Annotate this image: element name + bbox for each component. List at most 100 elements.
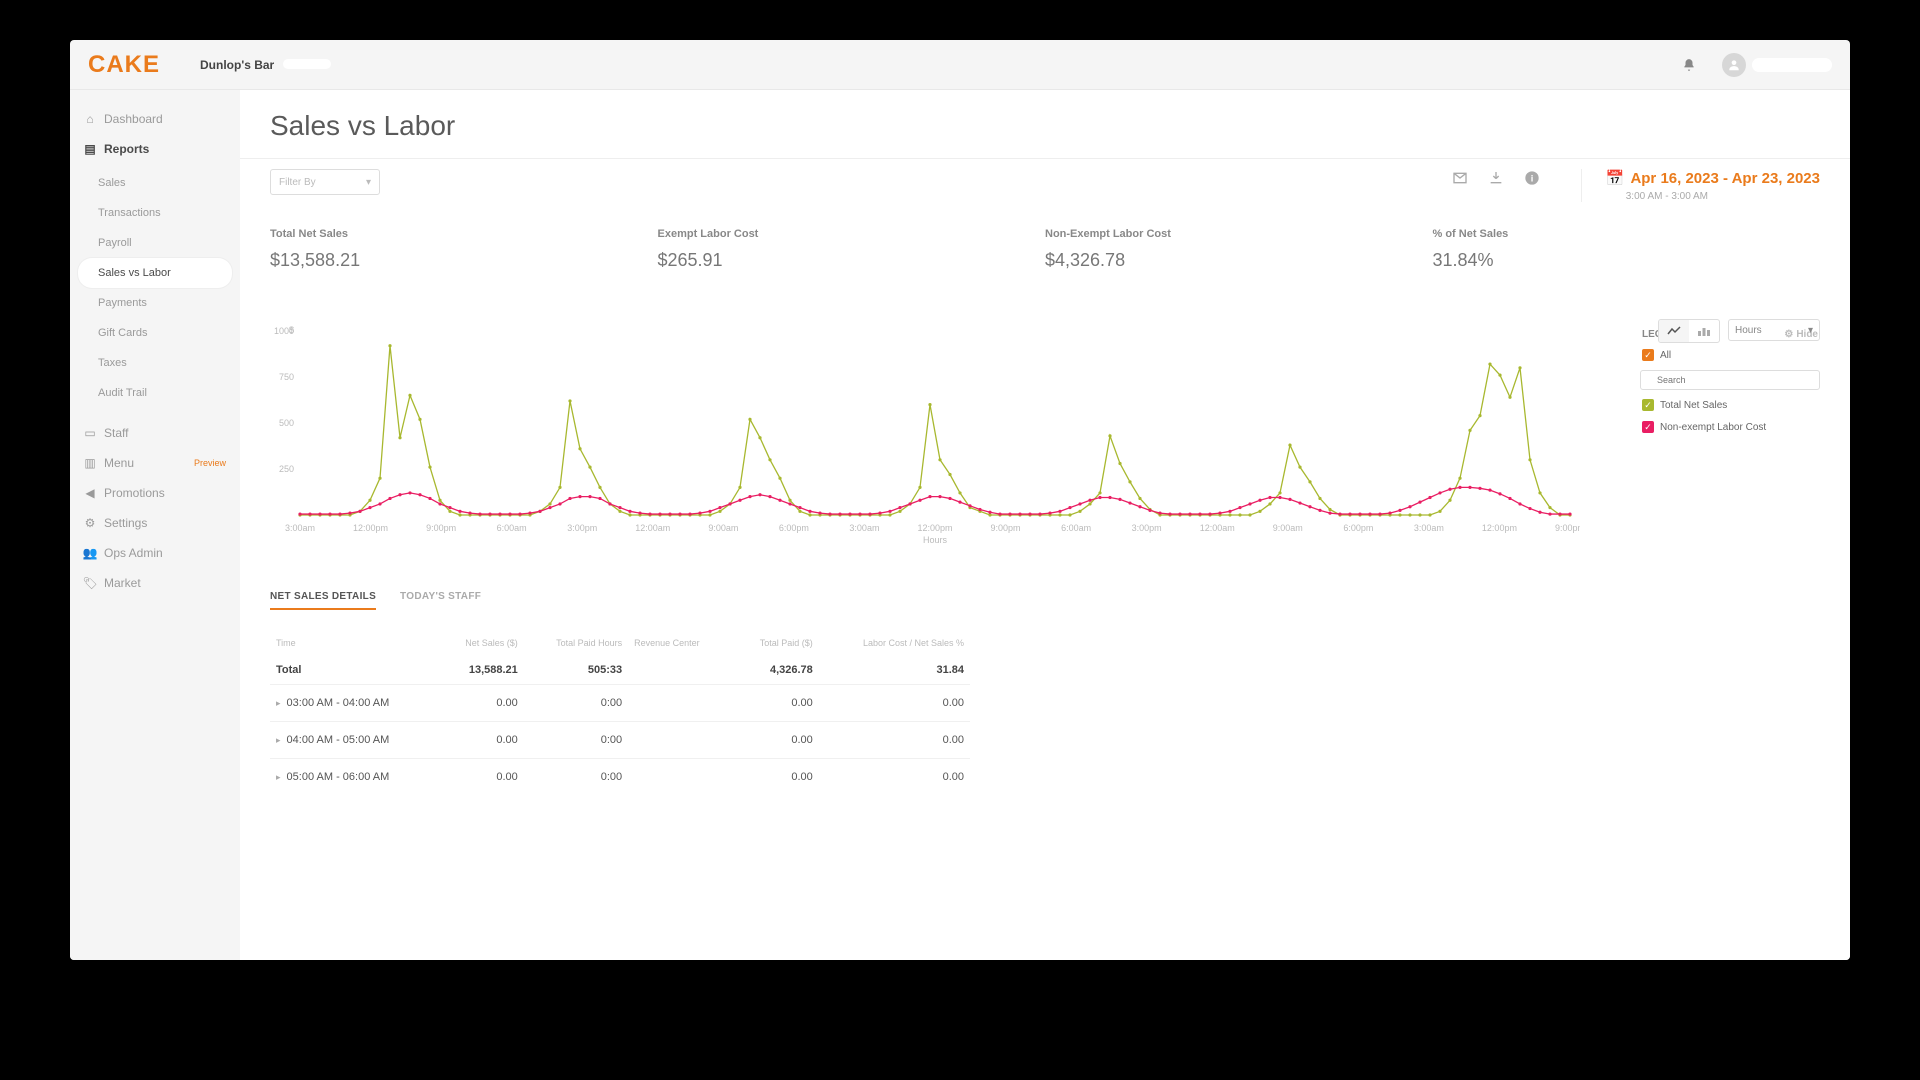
avatar-icon [1722,53,1746,77]
sub-sales-vs-labor[interactable]: Sales vs Labor [78,258,232,288]
table-row[interactable]: ▸05:00 AM - 06:00 AM0.000:000.000.00 [270,759,970,796]
card-nonexempt-labor: Non-Exempt Labor Cost$4,326.78 [1045,228,1433,271]
filter-by-select[interactable]: Filter By▾ [270,169,380,195]
svg-text:12:00pm: 12:00pm [353,523,388,533]
detail-tabs: NET SALES DETAILS TODAY'S STAFF [240,585,1850,610]
card-exempt-labor: Exempt Labor Cost$265.91 [658,228,1046,271]
svg-text:6:00pm: 6:00pm [1343,523,1373,533]
svg-text:$: $ [289,325,294,335]
table-row[interactable]: ▸04:00 AM - 05:00 AM0.000:000.000.00 [270,722,970,759]
sub-payroll[interactable]: Payroll [70,228,240,258]
brand-logo: CAKE [88,51,160,79]
svg-text:6:00pm: 6:00pm [779,523,809,533]
svg-text:12:00am: 12:00am [1200,523,1235,533]
checkbox-icon: ✓ [1642,399,1654,411]
svg-text:3:00pm: 3:00pm [567,523,597,533]
store-badge [283,59,331,69]
card-icon: ▭ [84,427,96,439]
reports-submenu: Sales Transactions Payroll Sales vs Labo… [70,164,240,418]
chart-icon: ▤ [84,143,96,155]
svg-text:3:00am: 3:00am [849,523,879,533]
svg-text:12:00pm: 12:00pm [917,523,952,533]
svg-text:250: 250 [279,464,294,474]
legend-search-input[interactable] [1640,370,1820,390]
email-icon[interactable] [1451,169,1469,187]
svg-text:500: 500 [279,418,294,428]
caret-right-icon: ▸ [276,698,281,708]
checkbox-icon: ✓ [1642,349,1654,361]
sub-transactions[interactable]: Transactions [70,198,240,228]
calendar-icon: 📅 [1606,169,1625,187]
sub-taxes[interactable]: Taxes [70,348,240,378]
svg-text:9:00pm: 9:00pm [991,523,1021,533]
home-icon: ⌂ [84,113,96,125]
date-range-picker[interactable]: 📅Apr 16, 2023 - Apr 23, 2023 3:00 AM - 3… [1581,169,1820,202]
bar-view-button[interactable] [1689,320,1719,342]
time-unit-select[interactable]: Hours▾ [1728,319,1820,341]
nav-ops-admin[interactable]: 👥Ops Admin [70,538,240,568]
card-total-net-sales: Total Net Sales$13,588.21 [270,228,658,271]
user-menu[interactable] [1722,53,1832,77]
tab-net-sales-details[interactable]: NET SALES DETAILS [270,585,376,610]
svg-text:750: 750 [279,372,294,382]
line-view-button[interactable] [1659,320,1689,342]
nav-reports[interactable]: ▤Reports [70,134,240,164]
table-row-total: Total13,588.21505:334,326.7831.84 [270,656,970,685]
tag-icon: 🏷 [84,577,96,589]
table-row[interactable]: ▸03:00 AM - 04:00 AM0.000:000.000.00 [270,685,970,722]
legend-net-sales[interactable]: ✓Total Net Sales [1640,394,1820,416]
svg-text:12:00pm: 12:00pm [1482,523,1517,533]
chevron-down-icon: ▾ [1808,325,1813,336]
checkbox-icon: ✓ [1642,421,1654,433]
sub-payments[interactable]: Payments [70,288,240,318]
nav-staff[interactable]: ▭Staff [70,418,240,448]
svg-text:9:00pm: 9:00pm [1555,523,1580,533]
svg-text:i: i [1530,173,1533,183]
svg-text:3:00am: 3:00am [1414,523,1444,533]
gear-icon: ⚙ [84,517,96,529]
legend-all[interactable]: ✓All [1640,344,1820,366]
download-icon[interactable] [1487,169,1505,187]
chevron-down-icon: ▾ [366,177,371,188]
sub-gift-cards[interactable]: Gift Cards [70,318,240,348]
preview-tag: Preview [194,458,226,468]
user-name-badge [1752,58,1832,72]
summary-cards: Total Net Sales$13,588.21 Exempt Labor C… [240,220,1850,301]
page-title: Sales vs Labor [240,90,1850,158]
svg-text:9:00pm: 9:00pm [426,523,456,533]
details-table: Time Net Sales ($) Total Paid Hours Reve… [240,610,1850,795]
sidebar: ⌂Dashboard ▤Reports Sales Transactions P… [70,90,240,960]
app-header: CAKE Dunlop's Bar [70,40,1850,90]
toolbar: Filter By▾ i 📅Apr 16, 2023 - Apr 23, 202… [240,158,1850,220]
nav-market[interactable]: 🏷Market [70,568,240,598]
nav-menu[interactable]: ▥MenuPreview [70,448,240,478]
chart-type-toggle [1658,319,1720,343]
legend-labor-cost[interactable]: ✓Non-exempt Labor Cost [1640,416,1820,438]
nav-dashboard[interactable]: ⌂Dashboard [70,104,240,134]
chart-section: Hours▾ 2505007501000$3:00am12:00pm9:00pm… [240,325,1850,585]
svg-text:Hours: Hours [923,535,948,545]
svg-text:6:00am: 6:00am [1061,523,1091,533]
caret-right-icon: ▸ [276,772,281,782]
caret-right-icon: ▸ [276,735,281,745]
sub-sales[interactable]: Sales [70,168,240,198]
svg-text:6:00am: 6:00am [497,523,527,533]
svg-text:9:00am: 9:00am [1273,523,1303,533]
nav-settings[interactable]: ⚙Settings [70,508,240,538]
main-content: Sales vs Labor Filter By▾ i 📅Apr 16, 202… [240,90,1850,960]
book-icon: ▥ [84,457,96,469]
svg-text:12:00am: 12:00am [635,523,670,533]
tab-todays-staff[interactable]: TODAY'S STAFF [400,585,481,610]
users-icon: 👥 [84,547,96,559]
info-icon[interactable]: i [1523,169,1541,187]
svg-text:3:00am: 3:00am [285,523,315,533]
sub-audit-trail[interactable]: Audit Trail [70,378,240,408]
megaphone-icon: ◀ [84,487,96,499]
bell-icon[interactable] [1680,56,1698,74]
svg-text:3:00pm: 3:00pm [1132,523,1162,533]
card-pct-net-sales: % of Net Sales31.84% [1433,228,1821,271]
store-name: Dunlop's Bar [200,56,331,74]
svg-text:9:00am: 9:00am [708,523,738,533]
sales-labor-chart: 2505007501000$3:00am12:00pm9:00pm6:00am3… [270,325,1580,545]
nav-promotions[interactable]: ◀Promotions [70,478,240,508]
